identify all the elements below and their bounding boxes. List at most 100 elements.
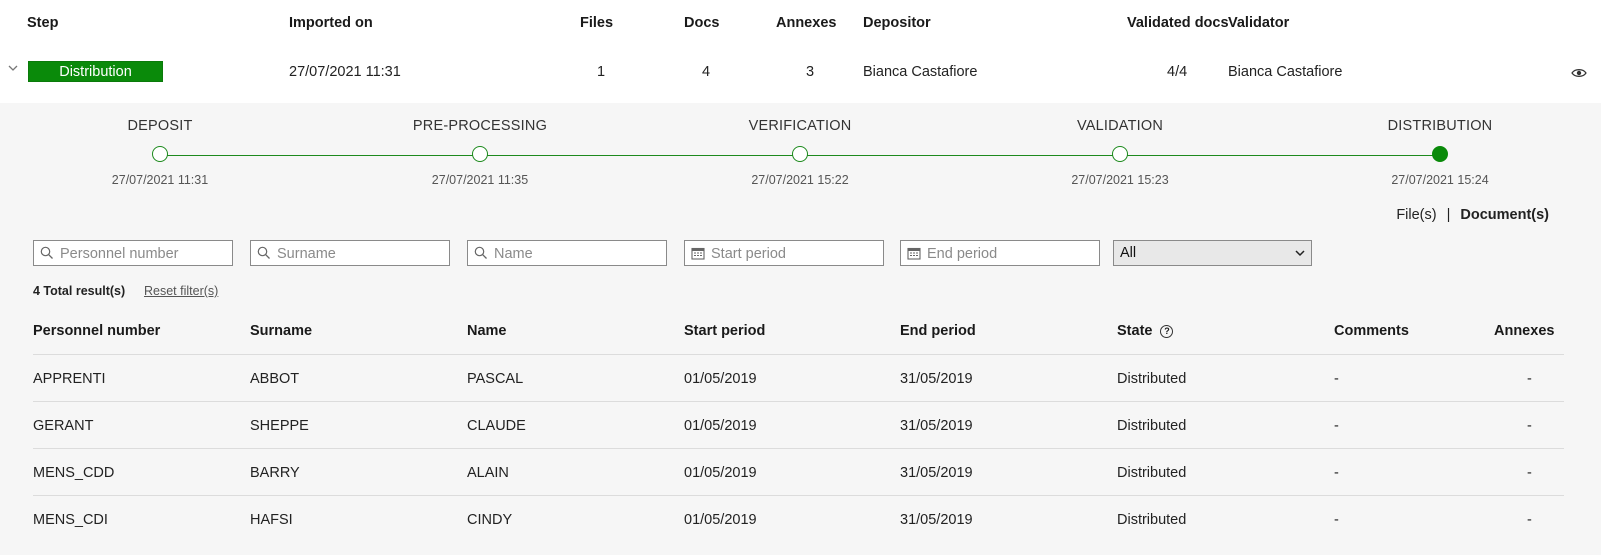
cell-name: ALAIN xyxy=(467,465,509,481)
surname-input[interactable] xyxy=(275,243,449,265)
cell-start-period: 01/05/2019 xyxy=(684,371,757,387)
cell-state: Distributed xyxy=(1117,371,1187,387)
personnel-number-input[interactable] xyxy=(58,243,232,265)
col-validated-docs[interactable]: Validated docs xyxy=(1127,15,1229,31)
step-badge: Distribution xyxy=(28,61,163,82)
col-files[interactable]: Files xyxy=(580,15,613,31)
reset-filters-link[interactable]: Reset filter(s) xyxy=(144,284,218,298)
end-period-filter[interactable] xyxy=(900,240,1100,266)
name-input[interactable] xyxy=(492,243,666,265)
search-icon xyxy=(40,246,54,260)
cell-surname: SHEPPE xyxy=(250,418,309,434)
timeline-label: VERIFICATION xyxy=(748,118,852,134)
search-icon xyxy=(474,246,488,260)
table-row[interactable]: GERANT SHEPPE CLAUDE 01/05/2019 31/05/20… xyxy=(33,401,1564,449)
calendar-icon xyxy=(907,246,921,260)
end-period-input[interactable] xyxy=(925,243,1099,265)
personnel-number-filter[interactable] xyxy=(33,240,233,266)
depositor-value: Bianca Castafiore xyxy=(863,64,978,80)
th-annexes[interactable]: Annexes xyxy=(1494,323,1554,339)
col-docs[interactable]: Docs xyxy=(684,15,719,31)
col-depositor[interactable]: Depositor xyxy=(863,15,931,31)
cell-annexes: - xyxy=(1527,465,1532,481)
import-row[interactable]: Distribution 27/07/2021 11:31 1 4 3 Bian… xyxy=(0,47,1601,103)
state-select[interactable]: All xyxy=(1113,240,1312,266)
chevron-down-icon[interactable] xyxy=(7,62,21,76)
toggle-separator: | xyxy=(1446,207,1451,223)
timeline-date: 27/07/2021 15:24 xyxy=(1391,173,1489,187)
surname-filter[interactable] xyxy=(250,240,450,266)
cell-state: Distributed xyxy=(1117,418,1187,434)
col-step[interactable]: Step xyxy=(27,15,58,31)
cell-name: CINDY xyxy=(467,512,513,528)
timeline-date: 27/07/2021 11:31 xyxy=(111,173,209,187)
start-period-filter[interactable] xyxy=(684,240,884,266)
timeline-dot xyxy=(472,146,488,162)
col-validator[interactable]: Validator xyxy=(1228,15,1289,31)
cell-surname: BARRY xyxy=(250,465,300,481)
cell-state: Distributed xyxy=(1117,512,1187,528)
timeline-dot xyxy=(792,146,808,162)
cell-personnel-number: MENS_CDD xyxy=(33,465,115,481)
cell-comments: - xyxy=(1334,465,1339,481)
calendar-icon xyxy=(691,246,705,260)
cell-state: Distributed xyxy=(1117,465,1187,481)
table-row[interactable]: APPRENTI ABBOT PASCAL 01/05/2019 31/05/2… xyxy=(33,354,1564,402)
cell-end-period: 31/05/2019 xyxy=(900,418,973,434)
cell-personnel-number: APPRENTI xyxy=(33,371,106,387)
th-surname[interactable]: Surname xyxy=(250,323,312,339)
col-imported-on[interactable]: Imported on xyxy=(289,15,373,31)
cell-end-period: 31/05/2019 xyxy=(900,512,973,528)
table-header: Step Imported on Files Docs Annexes Depo… xyxy=(0,0,1601,48)
th-comments[interactable]: Comments xyxy=(1334,323,1409,339)
validator-value: Bianca Castafiore xyxy=(1228,64,1343,80)
annexes-count: 3 xyxy=(806,64,815,80)
cell-personnel-number: GERANT xyxy=(33,418,94,434)
detail-panel: DEPOSIT 27/07/2021 11:31 PRE-PROCESSING … xyxy=(0,103,1601,555)
th-personnel-number[interactable]: Personnel number xyxy=(33,323,160,339)
cell-annexes: - xyxy=(1527,371,1532,387)
cell-end-period: 31/05/2019 xyxy=(900,371,973,387)
timeline-date: 27/07/2021 11:35 xyxy=(431,173,529,187)
th-start-period[interactable]: Start period xyxy=(684,323,765,339)
th-end-period[interactable]: End period xyxy=(900,323,976,339)
eye-icon[interactable] xyxy=(1571,66,1587,78)
chevron-down-icon xyxy=(1295,241,1305,274)
cell-annexes: - xyxy=(1527,418,1532,434)
help-icon[interactable]: ? xyxy=(1160,325,1174,338)
files-count: 1 xyxy=(597,64,606,80)
th-state-label: State xyxy=(1117,323,1153,339)
col-annexes[interactable]: Annexes xyxy=(776,15,836,31)
validated-docs-value: 4/4 xyxy=(1167,64,1188,80)
documents-view-link[interactable]: Document(s) xyxy=(1460,207,1549,223)
cell-surname: HAFSI xyxy=(250,512,293,528)
cell-name: PASCAL xyxy=(467,371,524,387)
timeline-date: 27/07/2021 15:23 xyxy=(1071,173,1169,187)
timeline-label: DEPOSIT xyxy=(127,118,193,134)
cell-end-period: 31/05/2019 xyxy=(900,465,973,481)
cell-annexes: - xyxy=(1527,512,1532,528)
th-state[interactable]: State? xyxy=(1117,323,1174,339)
timeline-date: 27/07/2021 15:22 xyxy=(751,173,849,187)
cell-surname: ABBOT xyxy=(250,371,300,387)
th-name[interactable]: Name xyxy=(467,323,507,339)
files-view-link[interactable]: File(s) xyxy=(1396,207,1436,223)
cell-start-period: 01/05/2019 xyxy=(684,465,757,481)
start-period-input[interactable] xyxy=(709,243,883,265)
table-row[interactable]: MENS_CDD BARRY ALAIN 01/05/2019 31/05/20… xyxy=(33,448,1564,496)
timeline-label: VALIDATION xyxy=(1076,118,1164,134)
cell-start-period: 01/05/2019 xyxy=(684,512,757,528)
cell-comments: - xyxy=(1334,418,1339,434)
total-results: 4 Total result(s) xyxy=(33,284,126,298)
cell-comments: - xyxy=(1334,371,1339,387)
timeline-dot xyxy=(1112,146,1128,162)
timeline-dot-active xyxy=(1432,146,1448,162)
cell-name: CLAUDE xyxy=(467,418,526,434)
search-icon xyxy=(257,246,271,260)
timeline-label: DISTRIBUTION xyxy=(1387,118,1493,134)
timeline-label: PRE-PROCESSING xyxy=(412,118,548,134)
name-filter[interactable] xyxy=(467,240,667,266)
cell-personnel-number: MENS_CDI xyxy=(33,512,108,528)
table-row[interactable]: MENS_CDI HAFSI CINDY 01/05/2019 31/05/20… xyxy=(33,495,1564,543)
view-toggle: File(s) | Document(s) xyxy=(1396,207,1549,223)
